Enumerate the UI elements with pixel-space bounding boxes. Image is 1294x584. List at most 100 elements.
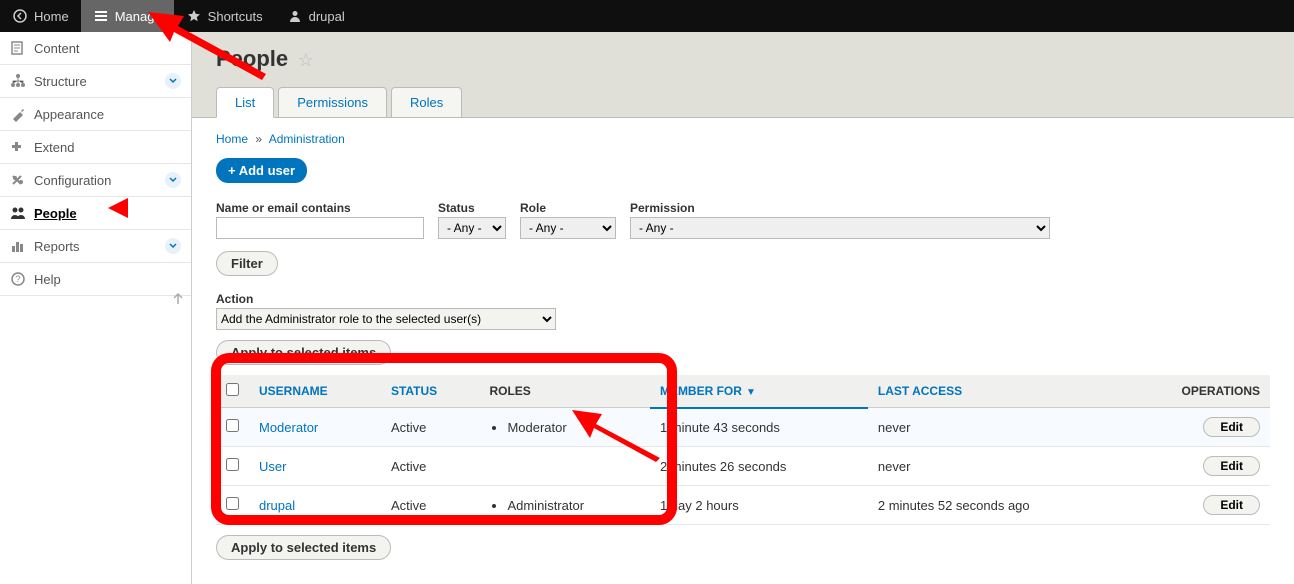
col-member-for[interactable]: MEMBER FOR▼ bbox=[650, 375, 868, 408]
sidebar-item-appearance[interactable]: Appearance bbox=[0, 98, 191, 131]
filter-status-label: Status bbox=[438, 201, 506, 215]
user-icon bbox=[287, 8, 303, 24]
filter-permission-select[interactable]: - Any - bbox=[630, 217, 1050, 239]
back-icon bbox=[12, 8, 28, 24]
col-roles: ROLES bbox=[479, 375, 649, 408]
tab-roles[interactable]: Roles bbox=[391, 87, 462, 118]
sidebar-item-label: Help bbox=[34, 272, 61, 287]
last-access-cell: 2 minutes 52 seconds ago bbox=[868, 486, 1124, 525]
sidebar-item-label: Content bbox=[34, 41, 80, 56]
tab-permissions[interactable]: Permissions bbox=[278, 87, 387, 118]
sidebar-item-content[interactable]: Content bbox=[0, 32, 191, 65]
main-content: People ☆ ListPermissionsRoles Home » Adm… bbox=[192, 32, 1294, 584]
table-row: Moderator Active Moderator 1 minute 43 seco… bbox=[216, 408, 1270, 447]
help-icon: ? bbox=[10, 271, 26, 287]
toolbar-manage[interactable]: Manage bbox=[81, 0, 174, 32]
sidebar-item-extend[interactable]: Extend bbox=[0, 131, 191, 164]
col-username[interactable]: USERNAME bbox=[249, 375, 381, 408]
last-access-cell: never bbox=[868, 408, 1124, 447]
tab-list[interactable]: List bbox=[216, 87, 274, 118]
roles-cell: Moderator bbox=[479, 408, 649, 447]
member-for-cell: 1 day 2 hours bbox=[650, 486, 868, 525]
apply-button-top[interactable]: Apply to selected items bbox=[216, 340, 391, 365]
chevron-down-icon[interactable] bbox=[165, 172, 181, 188]
action-label: Action bbox=[216, 292, 1270, 306]
sidebar-item-help[interactable]: ? Help bbox=[0, 263, 191, 296]
username-link[interactable]: Moderator bbox=[259, 420, 318, 435]
filter-name-input[interactable] bbox=[216, 217, 424, 239]
star-icon bbox=[186, 8, 202, 24]
sidebar-item-label: Configuration bbox=[34, 173, 111, 188]
sidebar-item-people[interactable]: People bbox=[0, 197, 191, 230]
chevron-down-icon[interactable] bbox=[165, 238, 181, 254]
admin-toolbar: Home Manage Shortcuts drupal bbox=[0, 0, 1294, 32]
last-access-cell: never bbox=[868, 447, 1124, 486]
sidebar-item-label: People bbox=[34, 206, 77, 221]
extend-icon bbox=[10, 139, 26, 155]
edit-button[interactable]: Edit bbox=[1203, 456, 1260, 476]
content-icon bbox=[10, 40, 26, 56]
member-for-cell: 1 minute 43 seconds bbox=[650, 408, 868, 447]
structure-icon bbox=[10, 73, 26, 89]
username-link[interactable]: drupal bbox=[259, 498, 295, 513]
username-link[interactable]: User bbox=[259, 459, 286, 474]
page-title: People bbox=[216, 46, 288, 72]
svg-text:?: ? bbox=[15, 274, 20, 284]
row-checkbox[interactable] bbox=[226, 497, 239, 510]
breadcrumb-admin[interactable]: Administration bbox=[269, 132, 345, 146]
toolbar-home[interactable]: Home bbox=[0, 0, 81, 32]
toolbar-shortcuts[interactable]: Shortcuts bbox=[174, 0, 275, 32]
row-checkbox[interactable] bbox=[226, 419, 239, 432]
status-cell: Active bbox=[381, 408, 480, 447]
status-cell: Active bbox=[381, 486, 480, 525]
col-operations: OPERATIONS bbox=[1123, 375, 1270, 408]
breadcrumb-home[interactable]: Home bbox=[216, 132, 248, 146]
primary-tabs: ListPermissionsRoles bbox=[192, 86, 1294, 118]
toolbar-shortcuts-label: Shortcuts bbox=[208, 9, 263, 24]
apply-button-bottom[interactable]: Apply to selected items bbox=[216, 535, 391, 560]
edit-button[interactable]: Edit bbox=[1203, 495, 1260, 515]
action-select[interactable]: Add the Administrator role to the select… bbox=[216, 308, 556, 330]
sidebar-item-label: Extend bbox=[34, 140, 74, 155]
sidebar-item-reports[interactable]: Reports bbox=[0, 230, 191, 263]
reports-icon bbox=[10, 238, 26, 254]
sort-desc-icon: ▼ bbox=[746, 387, 756, 398]
admin-sidebar: Content Structure Appearance Extend Configur… bbox=[0, 32, 192, 584]
toolbar-home-label: Home bbox=[34, 9, 69, 24]
filter-status-select[interactable]: - Any - bbox=[438, 217, 506, 239]
edit-button[interactable]: Edit bbox=[1203, 417, 1260, 437]
sidebar-item-structure[interactable]: Structure bbox=[0, 65, 191, 98]
roles-cell: Administrator bbox=[479, 486, 649, 525]
toolbar-user-label: drupal bbox=[309, 9, 345, 24]
toolbar-user[interactable]: drupal bbox=[275, 0, 357, 32]
sidebar-item-label: Reports bbox=[34, 239, 80, 254]
col-last-access[interactable]: LAST ACCESS bbox=[868, 375, 1124, 408]
people-icon bbox=[10, 205, 26, 221]
sidebar-item-label: Appearance bbox=[34, 107, 104, 122]
sidebar-item-label: Structure bbox=[34, 74, 87, 89]
table-row: drupal Active Administrator 1 day 2 hours2 … bbox=[216, 486, 1270, 525]
select-all-checkbox[interactable] bbox=[226, 383, 239, 396]
col-status[interactable]: STATUS bbox=[381, 375, 480, 408]
add-user-button[interactable]: + Add user bbox=[216, 158, 307, 183]
role-item: Moderator bbox=[507, 420, 639, 435]
row-checkbox[interactable] bbox=[226, 458, 239, 471]
sidebar-orientation-toggle[interactable] bbox=[171, 292, 185, 306]
favorite-star-icon[interactable]: ☆ bbox=[298, 50, 314, 70]
filter-button[interactable]: Filter bbox=[216, 251, 278, 276]
roles-cell bbox=[479, 447, 649, 486]
sidebar-item-configuration[interactable]: Configuration bbox=[0, 164, 191, 197]
filter-permission-label: Permission bbox=[630, 201, 1050, 215]
hamburger-icon bbox=[93, 8, 109, 24]
table-row: User Active 2 minutes 26 secondsnever Edit bbox=[216, 447, 1270, 486]
role-item: Administrator bbox=[507, 498, 639, 513]
status-cell: Active bbox=[381, 447, 480, 486]
appearance-icon bbox=[10, 106, 26, 122]
toolbar-manage-label: Manage bbox=[115, 9, 162, 24]
member-for-cell: 2 minutes 26 seconds bbox=[650, 447, 868, 486]
filter-name-label: Name or email contains bbox=[216, 201, 424, 215]
filter-role-select[interactable]: - Any - bbox=[520, 217, 616, 239]
users-table: USERNAME STATUS ROLES MEMBER FOR▼ LAST A… bbox=[216, 375, 1270, 525]
filter-role-label: Role bbox=[520, 201, 616, 215]
chevron-down-icon[interactable] bbox=[165, 73, 181, 89]
